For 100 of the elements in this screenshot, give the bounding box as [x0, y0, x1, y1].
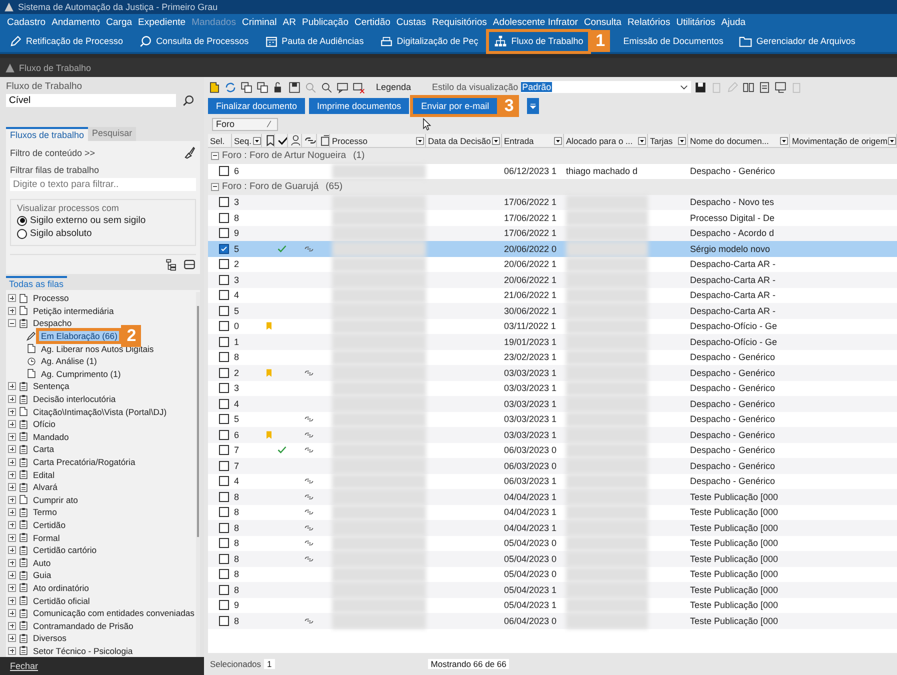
row-checkbox[interactable] — [219, 228, 229, 238]
column-header[interactable]: Processo — [330, 134, 426, 147]
menu-item[interactable]: Relatórios — [624, 16, 674, 28]
tree-item[interactable]: Petição intermediária — [31, 306, 116, 316]
expand-toggle[interactable] — [8, 609, 16, 618]
tree-item[interactable]: Ato ordinatório — [31, 582, 91, 593]
column-header[interactable]: Seq. — [232, 134, 262, 147]
table-row[interactable]: 6 03/03/2023 1 Despacho - Genérico — [208, 427, 897, 442]
menu-item[interactable]: Criminal — [238, 16, 280, 28]
expand-toggle[interactable] — [8, 646, 16, 655]
row-checkbox[interactable] — [219, 398, 229, 409]
table-row[interactable]: 8 04/04/2023 1 Teste Publicação [000 — [208, 489, 897, 504]
row-checkbox[interactable] — [219, 460, 229, 471]
toolbar-button[interactable]: Digitalização de Peç — [374, 32, 484, 50]
expand-toggle[interactable] — [8, 534, 16, 542]
table-row[interactable]: 0 03/11/2022 1 Despacho-Ofício - Ge — [208, 318, 897, 334]
column-header[interactable]: Tarjas — [648, 134, 688, 147]
menu-item[interactable]: Carga — [103, 16, 136, 28]
tree-item[interactable]: Diversos — [31, 633, 68, 644]
tree-item[interactable]: Auto — [31, 558, 53, 568]
column-header[interactable]: Data da Decisão — [426, 134, 502, 147]
expand-toggle[interactable] — [8, 382, 16, 390]
table-row[interactable]: 8 04/04/2023 1 Teste Publicação [000 — [208, 520, 897, 536]
toolbar-button[interactable]: Retificação de Processo — [4, 32, 128, 50]
menu-item[interactable]: Adolescente Infrator — [490, 16, 581, 28]
table-row[interactable]: 6 06/12/2023 1 thiago machado d Despacho - Genérico — [208, 164, 897, 179]
tree-item[interactable]: Certidão oficial — [31, 596, 92, 606]
toolbar-button[interactable]: Pauta de Audiências — [260, 32, 369, 50]
action-button[interactable]: Imprime documentos — [309, 98, 410, 114]
column-header[interactable]: Entrada — [502, 134, 564, 147]
expand-toggle[interactable] — [8, 496, 16, 504]
tree-item[interactable]: Sentença — [31, 381, 72, 392]
column-header[interactable]: Nome do documen... — [688, 134, 790, 147]
table-row[interactable]: 4 06/03/2023 1 Despacho - Genérico — [208, 474, 897, 489]
row-checkbox[interactable] — [219, 368, 229, 378]
expand-toggle[interactable] — [8, 622, 16, 630]
tree-item[interactable]: Guia — [31, 570, 54, 580]
scrollbar[interactable] — [196, 292, 200, 657]
menu-item[interactable]: Expediente — [135, 16, 189, 28]
tree-item[interactable]: Ag. Análise (1) — [39, 356, 99, 366]
expand-toggle[interactable] — [8, 483, 16, 492]
table-row[interactable]: 8 05/04/2023 0 Teste Publicação [000 — [208, 536, 897, 551]
toolbar-button[interactable]: Gerenciador de Arquivos — [734, 32, 860, 50]
expand-toggle[interactable] — [8, 596, 16, 605]
row-checkbox[interactable] — [219, 306, 229, 316]
collapse-toggle[interactable] — [211, 152, 219, 160]
menu-item[interactable]: Utilitários — [673, 16, 718, 28]
tree-item[interactable]: Ag. Cumprimento (1) — [39, 368, 123, 379]
row-checkbox[interactable] — [219, 616, 229, 626]
tree-item[interactable]: Termo — [31, 507, 59, 518]
expand-toggle[interactable] — [8, 432, 16, 441]
row-checkbox[interactable] — [219, 522, 229, 533]
action-button[interactable]: Finalizar documento — [208, 98, 306, 114]
legend-link[interactable]: Legenda — [376, 82, 412, 92]
tree-item[interactable]: Alvará — [31, 482, 60, 492]
row-checkbox[interactable] — [219, 197, 229, 208]
row-checkbox[interactable] — [219, 352, 229, 362]
scroll-thumb[interactable] — [197, 306, 199, 537]
menu-item[interactable]: Consulta — [580, 16, 624, 28]
tree-item[interactable]: Certidão cartório — [31, 545, 99, 556]
expand-toggle[interactable] — [8, 571, 16, 580]
content-filter-link[interactable]: Filtro de conteúdo >> — [10, 148, 96, 158]
toolbar-button[interactable]: Emissão de Documentos — [618, 33, 728, 49]
row-checkbox[interactable] — [219, 244, 229, 254]
table-row[interactable]: 2 20/06/2022 1 Despacho-Carta AR - — [208, 256, 897, 272]
table-row[interactable]: 3 20/06/2022 1 Despacho-Carta AR - — [208, 272, 897, 288]
tree-item[interactable]: Cumprir ato — [31, 494, 80, 505]
expand-toggle[interactable] — [8, 395, 16, 404]
collapse-toggle[interactable] — [211, 182, 219, 191]
row-checkbox[interactable] — [219, 569, 229, 580]
table-row[interactable]: 8 05/04/2023 1 Teste Publicação [000 — [208, 582, 897, 598]
row-checkbox[interactable] — [219, 166, 229, 176]
menu-item[interactable]: Requisitórios — [428, 16, 490, 28]
tree-item[interactable]: Comunicação com entidades conveniadas — [31, 608, 196, 618]
table-row[interactable]: 9 05/04/2023 1 Teste Publicação [000 — [208, 598, 897, 613]
row-checkbox[interactable] — [219, 538, 229, 548]
row-checkbox[interactable] — [219, 259, 229, 270]
expand-toggle[interactable] — [8, 306, 16, 315]
tab[interactable]: Fluxos de trabalho — [6, 127, 88, 141]
table-row[interactable]: 5 30/06/2022 1 Despacho-Carta AR - — [208, 303, 897, 318]
column-header[interactable]: Alocado para o ... — [564, 134, 648, 147]
expand-toggle[interactable] — [8, 634, 16, 642]
group-header[interactable]: Foro : Foro de Artur Nogueira (1) — [208, 148, 897, 164]
table-row[interactable]: 8 23/02/2023 1 Despacho - Genérico — [208, 350, 897, 365]
close-button[interactable]: Fechar — [0, 657, 204, 675]
row-checkbox[interactable] — [219, 383, 229, 394]
row-checkbox[interactable] — [219, 336, 229, 347]
tree-item[interactable]: Contramandado de Prisão — [31, 620, 136, 631]
toolbar-button[interactable]: Consulta de Processos — [134, 32, 254, 50]
row-checkbox[interactable] — [219, 445, 229, 456]
menu-item[interactable]: Andamento — [48, 16, 104, 28]
radio-button[interactable] — [17, 216, 27, 226]
table-row[interactable]: 5 20/06/2022 0 Sérgio modelo novo — [208, 241, 897, 256]
expand-toggle[interactable] — [8, 584, 16, 592]
expand-toggle[interactable] — [8, 420, 16, 428]
menu-item[interactable]: Ajuda — [718, 16, 749, 28]
row-checkbox[interactable] — [219, 290, 229, 300]
table-row[interactable]: 5 03/03/2023 1 Despacho - Genérico — [208, 412, 897, 427]
table-row[interactable]: 1 19/01/2023 1 Despacho-Ofício - Ge — [208, 334, 897, 350]
table-row[interactable]: 8 04/04/2023 1 Teste Publicação [000 — [208, 504, 897, 520]
